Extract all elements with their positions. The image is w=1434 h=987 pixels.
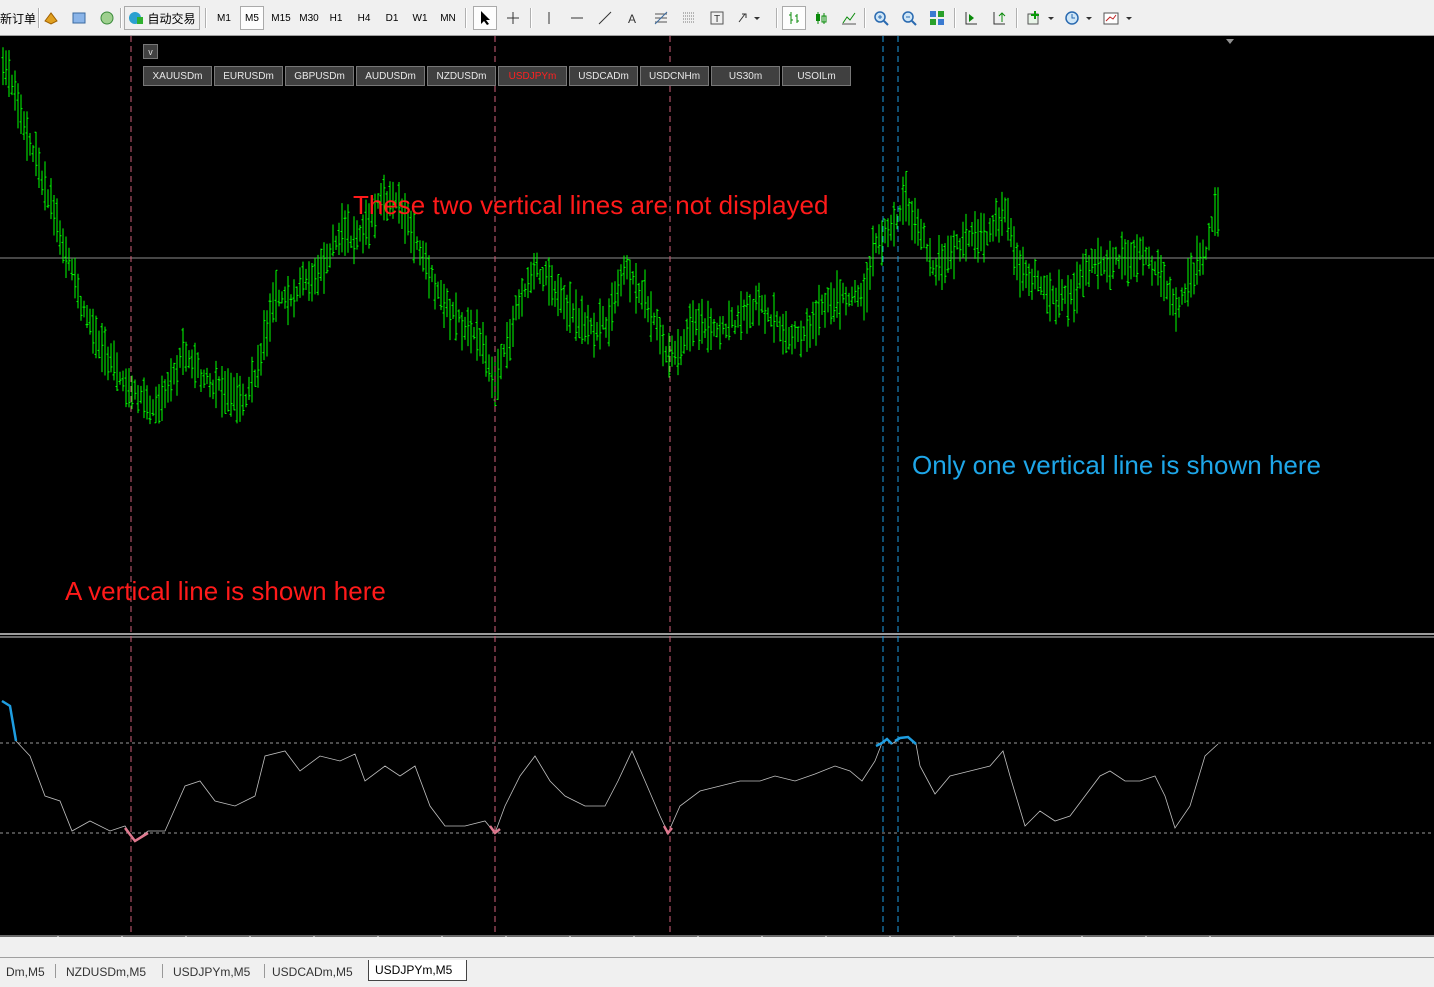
timeframe-h1[interactable]: H1 <box>325 6 347 30</box>
horizontal-line-icon[interactable] <box>566 6 588 30</box>
price-chart[interactable]: 15 Mar 06:0015 Mar 07:2015 Mar 08:4015 M… <box>0 36 1434 937</box>
timeframe-m30[interactable]: M30 <box>296 6 322 30</box>
vertical-line-icon[interactable] <box>538 6 560 30</box>
periods-dropdown-icon[interactable] <box>1062 6 1096 30</box>
zoom-out-icon[interactable] <box>898 6 920 30</box>
symbol-button-usoilm[interactable]: USOILm <box>782 66 851 86</box>
chart-tab[interactable]: NZDUSDm,M5 <box>60 962 160 981</box>
annotation-not-displayed: These two vertical lines are not display… <box>353 190 829 220</box>
timeframe-m15[interactable]: M15 <box>268 6 294 30</box>
data-window-icon[interactable] <box>68 6 90 30</box>
timeframe-w1[interactable]: W1 <box>409 6 431 30</box>
arrows-dropdown-icon[interactable] <box>734 6 764 30</box>
timeframe-m1[interactable]: M1 <box>213 6 235 30</box>
symbol-button-usdcadm[interactable]: USDCADm <box>569 66 638 86</box>
timeframe-m5[interactable]: M5 <box>240 6 264 30</box>
tile-windows-icon[interactable] <box>926 6 948 30</box>
annotation-one-shown: Only one vertical line is shown here <box>912 450 1321 480</box>
zoom-in-icon[interactable] <box>870 6 892 30</box>
toolbar: 新订单 自动交易 M1 M5 M15 M30 H1 H4 D1 W1 MN A <box>0 0 1434 36</box>
templates-dropdown-icon[interactable] <box>1100 6 1136 30</box>
auto-scroll-icon[interactable] <box>960 6 982 30</box>
timeframe-h4[interactable]: H4 <box>353 6 375 30</box>
bar-chart-icon[interactable] <box>782 6 806 30</box>
timeframe-mn[interactable]: MN <box>437 6 459 30</box>
chart-window[interactable]: 15 Mar 06:0015 Mar 07:2015 Mar 08:4015 M… <box>0 36 1434 937</box>
chart-shift-icon[interactable] <box>988 6 1010 30</box>
symbol-button-audusdm[interactable]: AUDUSDm <box>356 66 425 86</box>
market-watch-icon[interactable] <box>40 6 62 30</box>
symbol-button-usdjpym[interactable]: USDJPYm <box>498 66 567 86</box>
cursor-icon[interactable] <box>473 6 497 30</box>
chart-tab[interactable]: Dm,M5 <box>0 962 52 981</box>
new-order-button[interactable]: 新订单 <box>0 6 36 30</box>
symbol-button-eurusdm[interactable]: EURUSDm <box>214 66 283 86</box>
chart-tab[interactable]: USDCADm,M5 <box>266 962 366 981</box>
auto-trading-button[interactable]: 自动交易 <box>124 6 200 30</box>
annotation-shown-here: A vertical line is shown here <box>65 576 386 606</box>
timeframe-d1[interactable]: D1 <box>381 6 403 30</box>
auto-trading-icon <box>129 12 144 24</box>
text-icon[interactable]: A <box>622 6 644 30</box>
symbol-button-usdcnhm[interactable]: USDCNHm <box>640 66 709 86</box>
chart-tab-bar: Dm,M5 NZDUSDm,M5 USDJPYm,M5 USDCADm,M5 U… <box>0 957 1434 987</box>
crosshair-icon[interactable] <box>502 6 524 30</box>
fibonacci-icon[interactable] <box>650 6 672 30</box>
line-chart-icon[interactable] <box>838 6 860 30</box>
channel-icon[interactable] <box>678 6 700 30</box>
chart-background <box>0 36 1434 937</box>
symbol-button-nzdusdm[interactable]: NZDUSDm <box>427 66 496 86</box>
chart-tab-active[interactable]: USDJPYm,M5 <box>368 960 467 981</box>
symbol-button-xauusdm[interactable]: XAUUSDm <box>143 66 212 86</box>
chart-tab[interactable]: USDJPYm,M5 <box>167 962 262 981</box>
navigator-icon[interactable] <box>96 6 118 30</box>
svg-text:A: A <box>628 12 636 26</box>
indicators-dropdown-icon[interactable] <box>1024 6 1058 30</box>
symbol-button-gbpusdm[interactable]: GBPUSDm <box>285 66 354 86</box>
symbol-button-us30m[interactable]: US30m <box>711 66 780 86</box>
svg-text:T: T <box>714 14 720 25</box>
auto-trading-label: 自动交易 <box>147 11 196 26</box>
text-label-icon[interactable]: T <box>706 6 728 30</box>
trendline-icon[interactable] <box>594 6 616 30</box>
collapse-symbols-button[interactable]: v <box>143 44 158 59</box>
candlestick-icon[interactable] <box>810 6 832 30</box>
